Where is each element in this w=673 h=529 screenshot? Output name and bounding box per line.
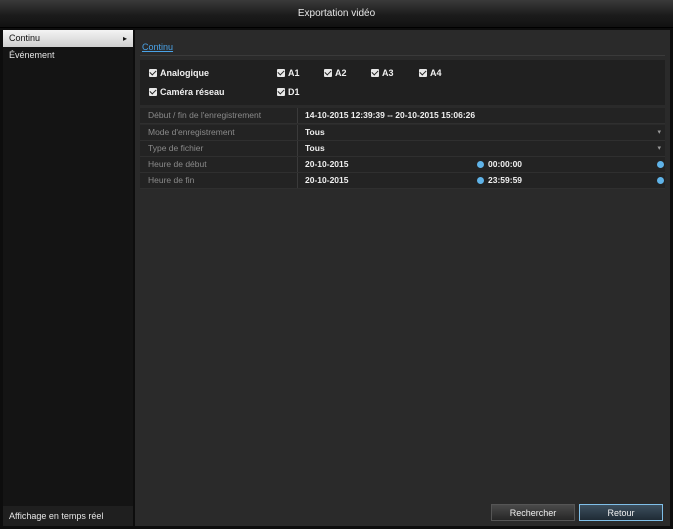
row-separator — [297, 141, 298, 156]
channel-label: A1 — [288, 68, 300, 78]
channel-a2-checkbox[interactable]: A2 — [324, 68, 347, 78]
dropdown-arrow-icon[interactable]: ▾ — [657, 144, 661, 152]
end-time-label: Heure de fin — [148, 175, 195, 185]
window-title-bar: Exportation vidéo — [0, 0, 673, 28]
file-type-label: Type de fichier — [148, 143, 204, 153]
checkbox-icon — [419, 69, 427, 77]
start-time-label: Heure de début — [148, 159, 207, 169]
channel-a3-checkbox[interactable]: A3 — [371, 68, 394, 78]
sidebar-item-evenement[interactable]: Événement — [3, 47, 133, 64]
dropdown-arrow-icon[interactable]: ▾ — [657, 128, 661, 136]
row-separator — [297, 108, 298, 123]
channel-selection-panel: Analogique A1 A2 A3 A4 Caméra réseau D1 — [140, 60, 665, 105]
record-mode-label: Mode d'enregistrement — [148, 127, 235, 137]
checkbox-icon — [324, 69, 332, 77]
sidebar: Continu ▸ Événement Affichage en temps r… — [3, 30, 133, 526]
sidebar-item-label: Continu — [9, 33, 41, 43]
main-panel: Continu Analogique A1 A2 A3 A4 Caméra ré… — [135, 30, 670, 526]
file-type-row[interactable]: Type de fichier Tous ▾ — [140, 141, 665, 157]
end-date-field[interactable]: 20-10-2015 — [305, 175, 348, 185]
checkbox-icon — [149, 88, 157, 96]
file-type-select[interactable]: Tous — [305, 143, 325, 153]
row-separator — [297, 125, 298, 140]
live-view-label: Affichage en temps réel — [9, 511, 104, 521]
start-time-row: Heure de début 20-10-2015 00:00:00 — [140, 157, 665, 173]
sidebar-item-continu[interactable]: Continu ▸ — [3, 30, 133, 47]
channel-a4-checkbox[interactable]: A4 — [419, 68, 442, 78]
checkbox-icon — [149, 69, 157, 77]
start-time-field[interactable]: 00:00:00 — [488, 159, 522, 169]
tab-divider — [140, 55, 665, 56]
calendar-icon[interactable] — [477, 161, 484, 168]
back-button[interactable]: Retour — [579, 504, 663, 521]
clock-icon[interactable] — [657, 161, 664, 168]
end-time-field[interactable]: 23:59:59 — [488, 175, 522, 185]
channel-d1-checkbox[interactable]: D1 — [277, 87, 300, 97]
search-button[interactable]: Rechercher — [491, 504, 575, 521]
end-time-row: Heure de fin 20-10-2015 23:59:59 — [140, 173, 665, 189]
channel-label: A4 — [430, 68, 442, 78]
caret-right-icon: ▸ — [122, 34, 127, 43]
live-view-button[interactable]: Affichage en temps réel — [3, 506, 133, 526]
row-separator — [297, 173, 298, 188]
analog-label: Analogique — [160, 68, 209, 78]
tab-continu[interactable]: Continu — [142, 42, 173, 52]
channel-label: A2 — [335, 68, 347, 78]
record-range-value: 14-10-2015 12:39:39 -- 20-10-2015 15:06:… — [305, 110, 476, 120]
channel-label: A3 — [382, 68, 394, 78]
record-range-label: Début / fin de l'enregistrement — [148, 110, 262, 120]
checkbox-icon — [371, 69, 379, 77]
checkbox-icon — [277, 88, 285, 96]
channel-a1-checkbox[interactable]: A1 — [277, 68, 300, 78]
row-separator — [297, 157, 298, 172]
clock-icon[interactable] — [657, 177, 664, 184]
start-date-field[interactable]: 20-10-2015 — [305, 159, 348, 169]
network-label: Caméra réseau — [160, 87, 225, 97]
record-mode-select[interactable]: Tous — [305, 127, 325, 137]
calendar-icon[interactable] — [477, 177, 484, 184]
record-mode-row[interactable]: Mode d'enregistrement Tous ▾ — [140, 125, 665, 141]
network-all-checkbox[interactable]: Caméra réseau — [149, 87, 225, 97]
checkbox-icon — [277, 69, 285, 77]
window-title: Exportation vidéo — [297, 8, 376, 19]
channel-label: D1 — [288, 87, 300, 97]
sidebar-item-label: Événement — [9, 50, 55, 60]
analog-all-checkbox[interactable]: Analogique — [149, 68, 209, 78]
record-range-row: Début / fin de l'enregistrement 14-10-20… — [140, 108, 665, 124]
